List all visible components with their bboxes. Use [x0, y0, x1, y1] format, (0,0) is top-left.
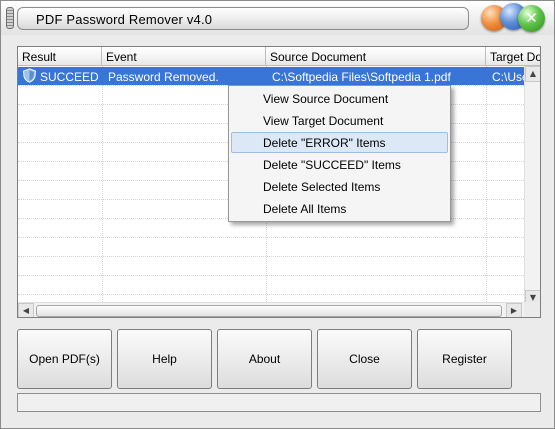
menu-item-delete-selected[interactable]: Delete Selected Items [231, 176, 448, 197]
vertical-scrollbar[interactable]: ▲ ▼ [524, 66, 540, 306]
title-bar[interactable]: PDF Password Remover v4.0 ✕ [1, 1, 554, 35]
grid-line [102, 66, 103, 306]
column-header-target[interactable]: Target Document [486, 47, 540, 66]
grid-line [18, 237, 524, 238]
cell-result: SUCCEED [40, 70, 99, 84]
cell-event: Password Removed. [108, 70, 219, 84]
grip-handle-icon[interactable] [6, 7, 14, 29]
status-bar [17, 393, 541, 412]
menu-item-delete-error[interactable]: Delete "ERROR" Items [231, 132, 448, 153]
arrow-right-icon: ▶ [510, 306, 518, 315]
grid-line [486, 66, 487, 306]
column-header-event[interactable]: Event [102, 47, 266, 66]
scroll-up-button[interactable]: ▲ [525, 66, 540, 82]
open-pdfs-button[interactable]: Open PDF(s) [17, 329, 112, 389]
menu-item-delete-all[interactable]: Delete All Items [231, 198, 448, 219]
context-menu: View Source Document View Target Documen… [228, 85, 451, 222]
arrow-up-icon: ▲ [529, 69, 537, 78]
close-button[interactable]: Close [317, 329, 412, 389]
cell-target: C:\Users\ [492, 70, 526, 84]
scrollbar-corner [524, 302, 540, 317]
about-button[interactable]: About [217, 329, 312, 389]
horizontal-scrollbar[interactable]: ◀ ▶ [18, 302, 524, 317]
help-button[interactable]: Help [117, 329, 212, 389]
table-row[interactable]: SUCCEED Password Removed. C:\Softpedia F… [18, 67, 526, 85]
close-window-button[interactable]: ✕ [518, 5, 545, 32]
column-header-result[interactable]: Result [18, 47, 102, 66]
column-header-source[interactable]: Source Document [266, 47, 486, 66]
list-header: Result Event Source Document Target Docu… [18, 47, 540, 66]
menu-item-delete-succeed[interactable]: Delete "SUCCEED" Items [231, 154, 448, 175]
scroll-right-button[interactable]: ▶ [506, 303, 522, 317]
menu-item-view-source[interactable]: View Source Document [231, 88, 448, 109]
arrow-left-icon: ◀ [22, 306, 30, 315]
scroll-thumb[interactable] [36, 305, 502, 317]
grid-line [18, 275, 524, 276]
title-pill: PDF Password Remover v4.0 [17, 7, 469, 30]
window-title: PDF Password Remover v4.0 [36, 12, 213, 27]
cell-source: C:\Softpedia Files\Softpedia 1.pdf [272, 70, 451, 84]
register-button[interactable]: Register [417, 329, 512, 389]
menu-item-view-target[interactable]: View Target Document [231, 110, 448, 131]
app-window: PDF Password Remover v4.0 ✕ Result Event… [0, 0, 555, 429]
grid-line [18, 256, 524, 257]
scroll-left-button[interactable]: ◀ [18, 303, 34, 317]
grid-line [18, 294, 524, 295]
close-icon: ✕ [525, 9, 538, 27]
